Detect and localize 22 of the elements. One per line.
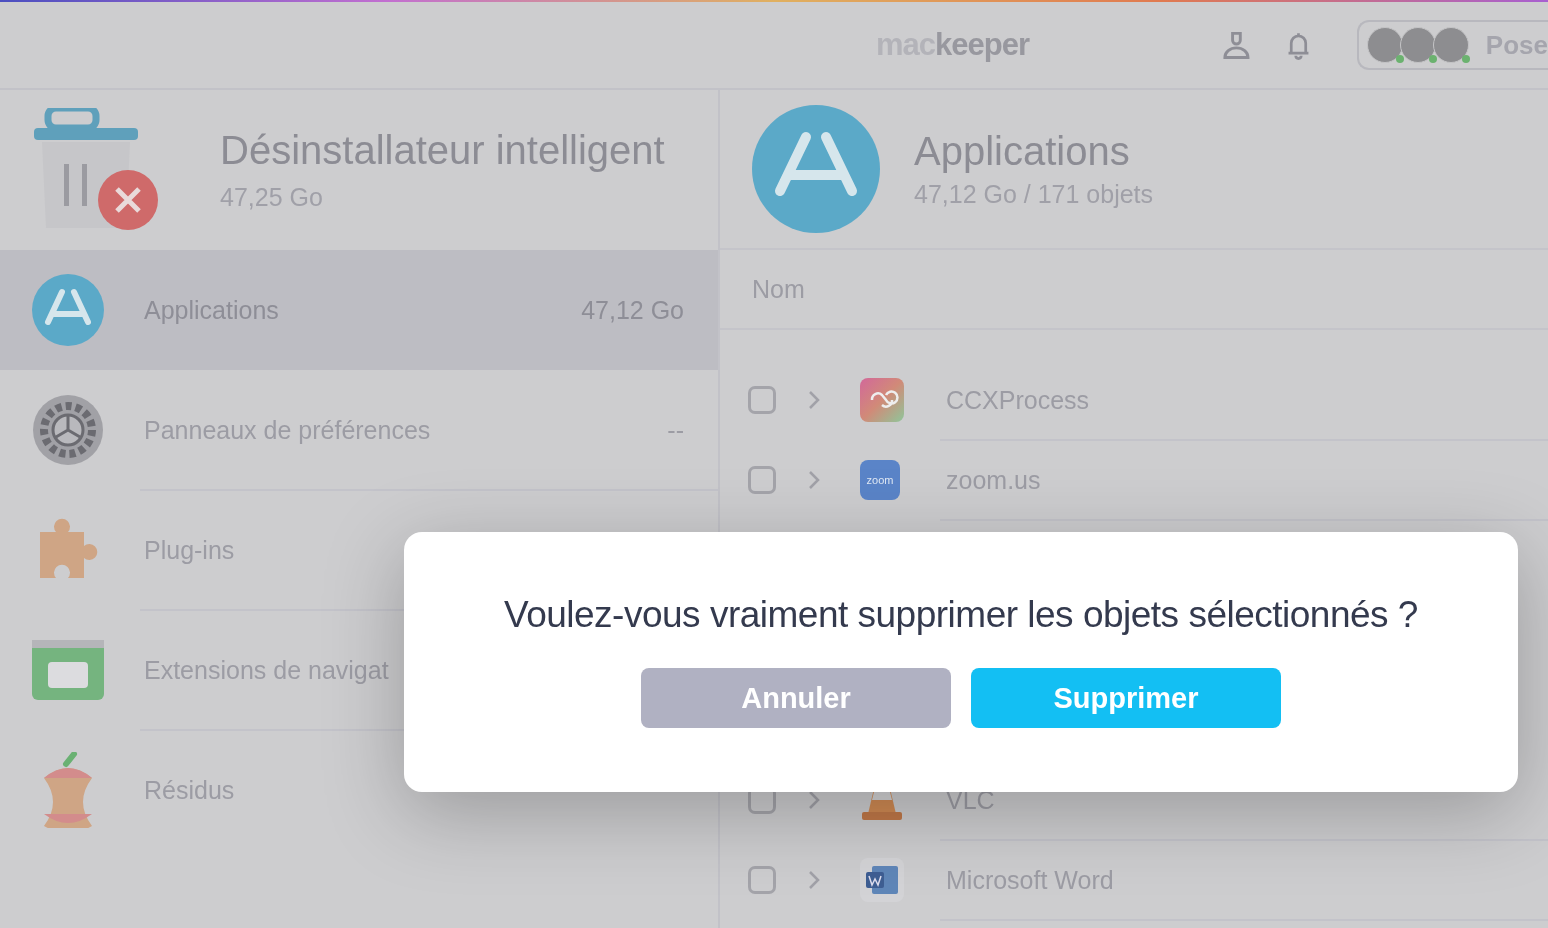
dialog-message: Voulez-vous vraiment supprimer les objets sélectionnés ?	[504, 594, 1418, 636]
app-icon: zoom	[860, 460, 900, 500]
gear-icon	[32, 394, 104, 466]
chevron-right-icon[interactable]	[808, 870, 820, 890]
apple-core-icon	[42, 752, 94, 828]
delete-button[interactable]: Supprimer	[971, 668, 1281, 728]
item-size: --	[667, 415, 684, 445]
user-icon[interactable]	[1221, 29, 1252, 61]
chevron-right-icon[interactable]	[808, 790, 820, 810]
app-store-icon	[32, 274, 104, 346]
app-icon	[860, 378, 904, 422]
panel-title: Désinstallateur intelligent	[220, 128, 665, 173]
document-app-icon	[860, 858, 904, 902]
app-store-icon	[752, 105, 880, 233]
checkbox[interactable]	[748, 386, 776, 414]
browser-extension-icon	[32, 640, 104, 700]
checkbox[interactable]	[748, 866, 776, 894]
cancel-button[interactable]: Annuler	[641, 668, 951, 728]
chevron-right-icon[interactable]	[808, 390, 820, 410]
chevron-right-icon[interactable]	[808, 470, 820, 490]
checkbox[interactable]	[748, 466, 776, 494]
section-title: Applications	[914, 129, 1131, 174]
